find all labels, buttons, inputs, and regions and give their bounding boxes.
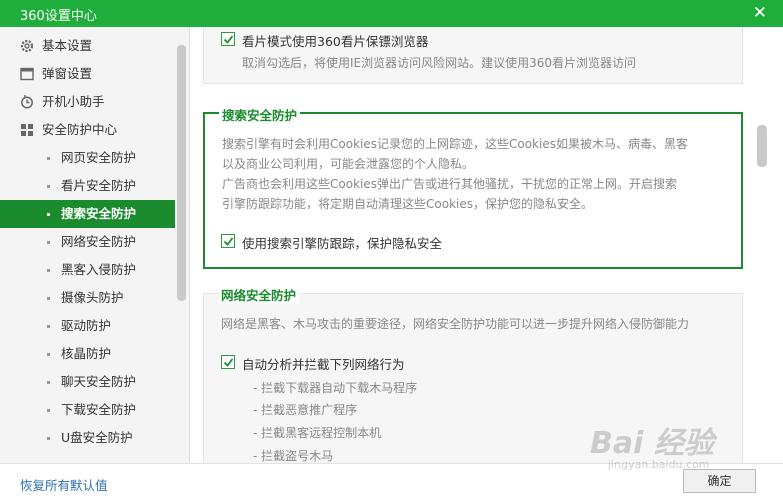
bullet-dot [47, 297, 50, 300]
sidebar-item-search-protection[interactable]: 搜索安全防护 [0, 200, 175, 228]
clock-icon [21, 95, 33, 109]
section-title: 网络安全防护 [218, 285, 300, 304]
content-scrollbar[interactable] [757, 125, 767, 167]
search-desc-line: 广告商也会利用这些Cookies弹出广告或进行其他骚扰，干扰您的正常上网。开启搜… [222, 177, 677, 191]
bullet-dot [47, 213, 50, 216]
network-intercept-checkbox[interactable] [221, 355, 235, 369]
close-icon[interactable]: ✕ [753, 3, 767, 23]
bullet-dot [47, 157, 50, 160]
window-icon [20, 67, 34, 81]
sidebar-scrollbar[interactable] [177, 45, 186, 301]
search-desc-line: 搜索引擎有时会利用Cookies记录您的上网踪迹，这些Cookies如果被木马、… [222, 137, 688, 151]
sidebar-item-basic-settings[interactable]: 基本设置 [0, 32, 175, 60]
bullet-dot [47, 437, 50, 440]
settings-content: 看片模式使用360看片保镖浏览器 取消勾选后，将使用IE浏览器访问风险网站。建议… [191, 27, 783, 463]
anti-tracking-checkbox[interactable] [221, 234, 235, 248]
sidebar-item-network-protection[interactable]: 网络安全防护 [0, 228, 175, 256]
sidebar-item-usb-protection[interactable]: U盘安全防护 [0, 424, 175, 452]
search-desc-line: 引擎防跟踪功能，将定期自动清理这些Cookies，保护您的隐私安全。 [222, 197, 593, 211]
section-title: 搜索安全防护 [219, 105, 301, 124]
bullet-dot [47, 325, 50, 328]
bullet-dot [47, 353, 50, 356]
sidebar-item-download-protection[interactable]: 下载安全防护 [0, 396, 175, 424]
intercept-rule-item: - 拦截黑客远程控制本机 [253, 426, 382, 440]
sidebar-item-hacker-protection[interactable]: 黑客入侵防护 [0, 256, 175, 284]
sidebar-item-movie-protection[interactable]: 看片安全防护 [0, 172, 175, 200]
gear-icon [20, 39, 34, 53]
network-intercept-label: 自动分析并拦截下列网络行为 [242, 357, 405, 372]
movie-mode-checkbox[interactable] [221, 32, 235, 46]
anti-tracking-label: 使用搜索引擎防跟踪，保护隐私安全 [242, 236, 443, 251]
window-title: 360设置中心 [20, 9, 97, 24]
confirm-button[interactable]: 确定 [683, 469, 756, 493]
sidebar-item-popup-settings[interactable]: 弹窗设置 [0, 60, 175, 88]
bullet-dot [47, 269, 50, 272]
sidebar-item-startup-assistant[interactable]: 开机小助手 [0, 88, 175, 116]
sidebar-item-chat-protection[interactable]: 聊天安全防护 [0, 368, 175, 396]
sidebar: 基本设置 弹窗设置 开机小助手 安全防护中心 网页安全防护 看片安全防护 搜索安… [0, 27, 190, 463]
title-bar: 360设置中心 ✕ [0, 0, 783, 27]
sidebar-item-web-protection[interactable]: 网页安全防护 [0, 144, 175, 172]
grid-icon [21, 124, 33, 136]
sidebar-item-camera-protection[interactable]: 摄像头防护 [0, 284, 175, 312]
check-icon [223, 358, 234, 367]
check-icon [223, 35, 234, 44]
network-protection-section: 网络安全防护 网络是黑客、木马攻击的重要途径，网络安全防护功能可以进一步提升网络… [203, 285, 743, 463]
sidebar-item-crystal-protection[interactable]: 核晶防护 [0, 340, 175, 368]
movie-mode-label: 看片模式使用360看片保镖浏览器 [242, 34, 429, 49]
intercept-rule-item: - 拦截恶意推广程序 [253, 403, 358, 417]
restore-defaults-link[interactable]: 恢复所有默认值 [20, 475, 108, 494]
bullet-dot [47, 241, 50, 244]
check-icon [223, 237, 234, 246]
intercept-rule-item: - 拦截盗号木马 [253, 449, 334, 463]
search-protection-section: 搜索安全防护 搜索引擎有时会利用Cookies记录您的上网踪迹，这些Cookie… [203, 105, 743, 269]
bullet-dot [47, 381, 50, 384]
movie-protection-section: 看片模式使用360看片保镖浏览器 取消勾选后，将使用IE浏览器访问风险网站。建议… [203, 27, 743, 84]
sidebar-item-security-center[interactable]: 安全防护中心 [0, 116, 175, 144]
search-desc-line: 以及商业公司利用，可能会泄露您的个人隐私。 [222, 157, 475, 171]
intercept-rule-item: - 拦截下载器自动下载木马程序 [253, 381, 418, 395]
sidebar-item-driver-protection[interactable]: 驱动防护 [0, 312, 175, 340]
footer-bar: 恢复所有默认值 确定 [0, 463, 783, 502]
network-desc: 网络是黑客、木马攻击的重要途径，网络安全防护功能可以进一步提升网络入侵防御能力 [221, 317, 690, 331]
bullet-dot [47, 409, 50, 412]
bullet-dot [47, 185, 50, 188]
movie-mode-desc: 取消勾选后，将使用IE浏览器访问风险网站。建议使用360看片浏览器访问 [242, 56, 637, 70]
